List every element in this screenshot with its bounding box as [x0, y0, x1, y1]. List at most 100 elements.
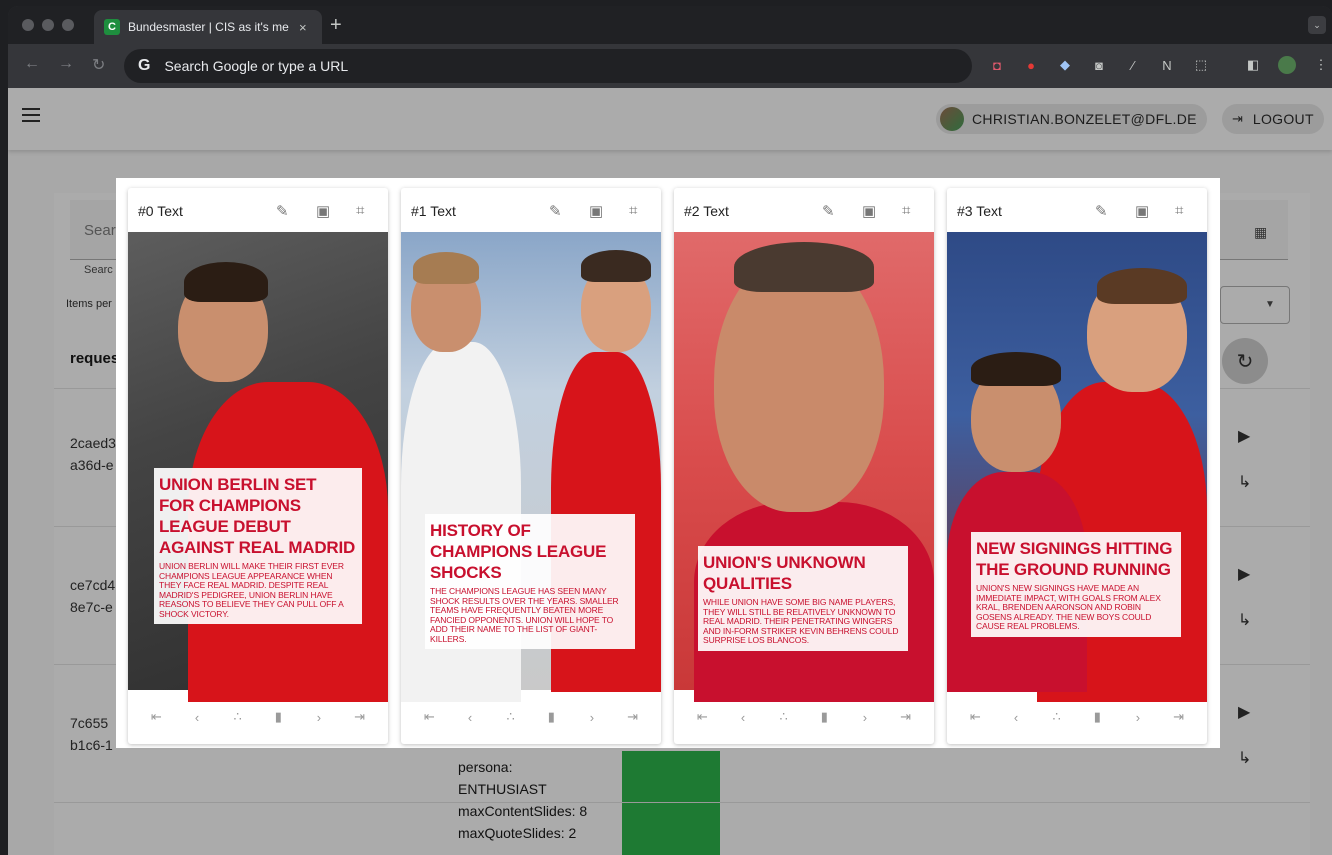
slide-text-box: UNION BERLIN SET FOR CHAMPIONS LEAGUE DE…: [154, 468, 362, 624]
logout-label: LOGOUT: [1252, 111, 1314, 127]
user-chip[interactable]: CHRISTIAN.BONZELET@DFL.DE: [936, 104, 1207, 134]
edit-icon[interactable]: ✎: [1095, 202, 1108, 220]
tab-close-icon[interactable]: ×: [299, 20, 307, 35]
slide-headline: NEW SIGNINGS HITTING THE GROUND RUNNING: [976, 539, 1173, 579]
calendar-icon[interactable]: ▦: [1254, 224, 1272, 242]
tab-search-menu-icon[interactable]: ⌄: [1308, 16, 1326, 34]
slide-headline: HISTORY OF CHAMPIONS LEAGUE SHOCKS: [430, 521, 607, 582]
browser-tab[interactable]: C Bundesmaster | CIS as it's me ×: [94, 10, 322, 44]
param-line: ENTHUSIAST: [458, 781, 547, 797]
crop-icon[interactable]: ⌗: [356, 202, 364, 219]
slide-header: #1 Text ✎ ▣ ⌗: [401, 188, 661, 232]
table-row[interactable]: 7c655 b1c6-1: [70, 712, 113, 756]
play-icon[interactable]: ▶: [1238, 426, 1250, 446]
subdirectory-icon[interactable]: ↳: [1238, 610, 1251, 630]
delete-icon[interactable]: ▮: [1087, 709, 1107, 725]
slide-card: #2 Text ✎ ▣ ⌗ UNION'S UNKNOWN QUALITIES …: [674, 188, 934, 744]
slide-header: #3 Text ✎ ▣ ⌗: [947, 188, 1207, 232]
chevron-left-icon[interactable]: ‹: [187, 710, 207, 725]
refresh-button[interactable]: ↻: [1222, 338, 1268, 384]
crop-icon[interactable]: ⌗: [1175, 202, 1183, 219]
profile-avatar-icon[interactable]: [1278, 56, 1296, 74]
first-page-icon[interactable]: ⇤: [965, 709, 985, 725]
slide-header: #0 Text ✎ ▣ ⌗: [128, 188, 388, 232]
chevron-right-icon[interactable]: ›: [855, 710, 875, 725]
table-row[interactable]: ce7cd4 8e7c-e: [70, 574, 115, 618]
items-per-page-select[interactable]: [1220, 286, 1290, 324]
shuffle-icon[interactable]: ∴: [1047, 709, 1067, 725]
google-icon: G: [138, 57, 151, 74]
reload-icon[interactable]: ↻: [92, 55, 105, 75]
param-line: maxContentSlides: 8: [458, 803, 588, 819]
adblock-extension-icon[interactable]: ●: [1022, 56, 1040, 74]
back-icon[interactable]: ←: [24, 55, 40, 73]
chevron-left-icon[interactable]: ‹: [733, 710, 753, 725]
logout-button[interactable]: ⇥ LOGOUT: [1222, 104, 1324, 134]
crop-icon[interactable]: ⌗: [902, 202, 910, 219]
menu-icon[interactable]: [22, 108, 40, 122]
request-id-line1: ce7cd4: [70, 577, 116, 593]
edit-icon[interactable]: ✎: [276, 202, 289, 220]
delete-icon[interactable]: ▮: [541, 709, 561, 725]
slide-title: #0 Text: [138, 203, 183, 219]
shuffle-icon[interactable]: ∴: [501, 709, 521, 725]
image-icon[interactable]: ▣: [316, 202, 330, 220]
first-page-icon[interactable]: ⇤: [692, 709, 712, 725]
chevron-left-icon[interactable]: ‹: [460, 710, 480, 725]
camera-extension-icon[interactable]: ◙: [1090, 56, 1108, 74]
edit-icon[interactable]: ✎: [822, 202, 835, 220]
play-icon[interactable]: ▶: [1238, 564, 1250, 584]
player-hair: [971, 352, 1061, 386]
shuffle-icon[interactable]: ∴: [228, 709, 248, 725]
param-line: maxQuoteSlides: 2: [458, 825, 577, 841]
slide-text-box: HISTORY OF CHAMPIONS LEAGUE SHOCKS THE C…: [425, 514, 635, 649]
request-id-line2: a36d-e: [70, 457, 114, 473]
player-hair: [734, 242, 874, 292]
image-icon[interactable]: ▣: [862, 202, 876, 220]
crop-icon[interactable]: ⌗: [629, 202, 637, 219]
first-page-icon[interactable]: ⇤: [146, 709, 166, 725]
slide-footer: ⇤ ‹ ∴ ▮ › ⇥: [947, 690, 1207, 744]
edit-icon[interactable]: ✎: [549, 202, 562, 220]
slides-dialog: #0 Text ✎ ▣ ⌗ UNION BERLIN SET FOR CHAMP…: [116, 178, 1220, 748]
slide-headline: UNION'S UNKNOWN QUALITIES: [703, 553, 866, 593]
subdirectory-icon[interactable]: ↳: [1238, 748, 1251, 768]
eyedropper-extension-icon[interactable]: ⁄: [1124, 56, 1142, 74]
forward-icon[interactable]: →: [58, 55, 74, 73]
slide-card: #0 Text ✎ ▣ ⌗ UNION BERLIN SET FOR CHAMP…: [128, 188, 388, 744]
first-page-icon[interactable]: ⇤: [419, 709, 439, 725]
slide-text-box: UNION'S UNKNOWN QUALITIES WHILE UNION HA…: [698, 546, 908, 651]
last-page-icon[interactable]: ⇥: [896, 709, 916, 725]
image-icon[interactable]: ▣: [1135, 202, 1149, 220]
address-bar[interactable]: G Search Google or type a URL: [124, 49, 972, 83]
chevron-right-icon[interactable]: ›: [582, 710, 602, 725]
close-window-icon[interactable]: [22, 19, 34, 31]
slide-text-box: NEW SIGNINGS HITTING THE GROUND RUNNING …: [971, 532, 1181, 637]
minimize-window-icon[interactable]: [42, 19, 54, 31]
pocket-extension-icon[interactable]: ◘: [988, 56, 1006, 74]
chevron-right-icon[interactable]: ›: [1128, 710, 1148, 725]
browser-menu-icon[interactable]: ⋮: [1312, 56, 1330, 74]
subdirectory-icon[interactable]: ↳: [1238, 472, 1251, 492]
new-tab-button[interactable]: +: [330, 14, 342, 37]
chevron-left-icon[interactable]: ‹: [1006, 710, 1026, 725]
side-panel-icon[interactable]: ◧: [1244, 56, 1262, 74]
play-icon[interactable]: ▶: [1238, 702, 1250, 722]
delete-icon[interactable]: ▮: [814, 709, 834, 725]
last-page-icon[interactable]: ⇥: [350, 709, 370, 725]
last-page-icon[interactable]: ⇥: [623, 709, 643, 725]
extension-icon[interactable]: ◆: [1056, 56, 1074, 74]
notion-extension-icon[interactable]: N: [1158, 56, 1176, 74]
shuffle-icon[interactable]: ∴: [774, 709, 794, 725]
extensions-puzzle-icon[interactable]: ⬚: [1192, 56, 1210, 74]
param-line: persona:: [458, 759, 513, 775]
browser-toolbar: ← → ↻ G Search Google or type a URL ◘ ● …: [8, 44, 1332, 88]
image-icon[interactable]: ▣: [589, 202, 603, 220]
last-page-icon[interactable]: ⇥: [1169, 709, 1189, 725]
chevron-right-icon[interactable]: ›: [309, 710, 329, 725]
maximize-window-icon[interactable]: [62, 19, 74, 31]
slide-body: THE CHAMPIONS LEAGUE HAS SEEN MANY SHOCK…: [430, 586, 619, 644]
table-row[interactable]: 2caed3 a36d-e: [70, 432, 116, 476]
slide-image: UNION'S UNKNOWN QUALITIES WHILE UNION HA…: [674, 232, 934, 702]
delete-icon[interactable]: ▮: [268, 709, 288, 725]
